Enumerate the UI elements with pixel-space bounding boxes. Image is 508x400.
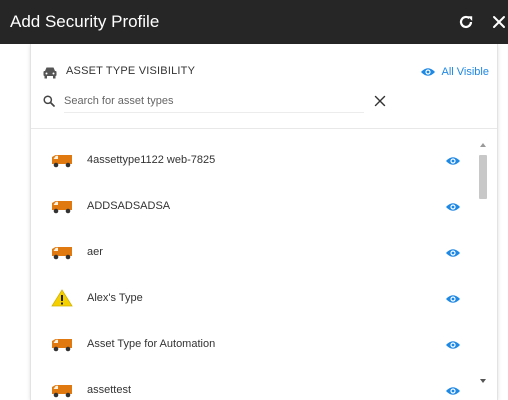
list-item[interactable]: Asset Type for Automation (31, 322, 473, 368)
list-item-label: ADDSADSADSA (87, 200, 171, 212)
asset-type-list: 4assettype1122 web-7825 ADDSADSADSA aer … (31, 138, 473, 400)
eye-icon (420, 68, 435, 76)
eye-icon[interactable] (445, 201, 461, 213)
all-visible-toggle[interactable]: All Visible (420, 63, 490, 81)
dialog-titlebar: Add Security Profile (0, 0, 508, 44)
list-scrollbar[interactable] (477, 140, 489, 386)
scroll-up-icon[interactable] (477, 140, 489, 150)
list-item[interactable]: 4assettype1122 web-7825 (31, 138, 473, 184)
warning-icon (51, 289, 73, 307)
list-item-label: Asset Type for Automation (87, 338, 216, 350)
eye-icon[interactable] (445, 155, 461, 167)
section-title: ASSET TYPE VISIBILITY (66, 65, 196, 77)
dialog-title: Add Security Profile (10, 12, 160, 31)
divider (31, 128, 497, 129)
all-visible-label: All Visible (441, 66, 490, 78)
list-item[interactable]: Alex's Type (31, 276, 473, 322)
search-icon (43, 95, 55, 107)
car-icon (43, 67, 57, 79)
search-input[interactable] (64, 90, 364, 113)
list-item-label: 4assettype1122 web-7825 (87, 154, 216, 166)
list-item[interactable]: assettest (31, 368, 473, 400)
truck-icon (52, 247, 72, 260)
list-item[interactable]: ADDSADSADSA (31, 184, 473, 230)
asset-type-visibility-panel: ASSET TYPE VISIBILITY All Visible 4asset… (30, 44, 498, 400)
list-item-label: Alex's Type (87, 292, 143, 304)
truck-icon (52, 155, 72, 168)
clear-search-icon[interactable] (374, 95, 386, 107)
eye-icon[interactable] (445, 339, 461, 351)
list-item-label: assettest (87, 384, 132, 396)
eye-icon[interactable] (445, 385, 461, 397)
eye-icon[interactable] (445, 293, 461, 305)
list-item-label: aer (87, 246, 103, 258)
scrollbar-thumb[interactable] (479, 155, 487, 199)
list-item[interactable]: aer (31, 230, 473, 276)
truck-icon (52, 339, 72, 352)
eye-icon[interactable] (445, 247, 461, 259)
scroll-down-icon[interactable] (477, 376, 489, 386)
refresh-icon[interactable] (457, 13, 475, 31)
truck-icon (52, 385, 72, 398)
close-icon[interactable] (490, 13, 508, 31)
truck-icon (52, 201, 72, 214)
